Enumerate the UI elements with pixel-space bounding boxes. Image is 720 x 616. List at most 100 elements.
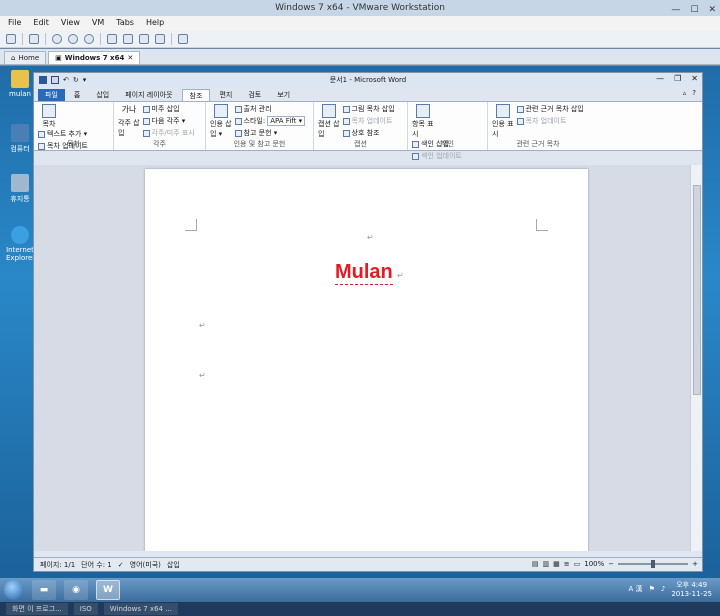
style-selector[interactable]: 스타일: APA Fift ▾ [234,116,306,126]
next-footnote-button[interactable]: 다음 각주 ▾ [142,116,195,126]
page-count[interactable]: 페이지: 1/1 [40,560,75,570]
full-screen-reading-icon[interactable]: ▥ [542,560,549,568]
print-layout-icon[interactable]: ▤ [532,560,539,568]
tab-page-layout[interactable]: 페이지 레이아웃 [118,89,179,101]
style-dropdown[interactable]: APA Fift ▾ [267,116,306,126]
draft-icon[interactable]: ▭ [574,560,581,568]
language[interactable]: 영어(미국) [130,560,161,570]
host-taskbar-item[interactable]: ISO [73,603,98,615]
tab-references[interactable]: 참조 [181,89,211,101]
proofing-icon[interactable]: ✓ [118,561,124,569]
unity-icon[interactable] [155,33,165,44]
tab-mailings[interactable]: 편지 [212,89,239,101]
insert-caption-button[interactable]: 캡션 삽입 [318,104,340,139]
start-button[interactable] [4,580,24,600]
word-window: ↶ ↻ ▾ 문서1 - Microsoft Word — ❐ ✕ 파일 홈 삽입… [33,72,703,572]
word-restore-button[interactable]: ❐ [674,74,681,83]
explorer-taskbar-button[interactable]: ▬ [32,580,56,600]
zoom-out-icon[interactable]: − [608,560,614,568]
fullscreen-icon[interactable] [139,33,149,44]
update-index-button[interactable]: 색인 업데이트 [412,151,462,161]
menu-tabs[interactable]: Tabs [116,16,134,30]
media-player-taskbar-button[interactable]: ◉ [64,580,88,600]
word-count[interactable]: 단어 수: 1 [81,560,112,570]
word-minimize-button[interactable]: — [656,74,664,83]
tab-view[interactable]: 보기 [270,89,297,101]
manage-sources-button[interactable]: 출처 관리 [234,104,306,114]
computer-icon [11,124,29,142]
zoom-slider[interactable] [618,560,689,568]
insert-footnote-button[interactable]: 가나 각주 삽입 [118,104,140,138]
host-taskbar-item[interactable]: Windows 7 x64 ... [103,603,178,615]
update-toa-button[interactable]: 목차 업데이트 [516,116,584,126]
mark-entry-button[interactable]: 항목 표시 [412,104,434,139]
menu-help[interactable]: Help [146,16,164,30]
word-logo-icon[interactable] [39,76,47,84]
add-text-button[interactable]: 텍스트 추가 ▾ [38,129,88,139]
menu-vm[interactable]: VM [92,16,104,30]
vertical-scrollbar[interactable] [690,165,702,551]
menu-file[interactable]: File [8,16,21,30]
vmware-toolbar [0,30,720,48]
tab-home-ribbon[interactable]: 홈 [67,89,87,101]
sidebar-toggle-icon[interactable] [107,33,117,44]
bibliography-button[interactable]: 참고 문헌 ▾ [234,128,306,138]
redo-icon[interactable]: ↻ [73,76,79,84]
insert-mode[interactable]: 삽입 [167,560,180,570]
menu-edit[interactable]: Edit [33,16,49,30]
mark-citation-button[interactable]: 인용 표시 [492,104,514,139]
tab-close-icon[interactable]: ✕ [127,52,133,65]
snapshot-icon[interactable] [52,33,62,44]
group-label: 캡션 [354,140,367,148]
send-keys-icon[interactable] [29,33,39,44]
word-close-button[interactable]: ✕ [691,74,698,83]
desktop-icon-computer[interactable]: 컴퓨터 [6,124,34,154]
group-citations: 인용 삽입 ▾ 출처 관리 스타일: APA Fift ▾ 참고 문헌 ▾ 인용 … [206,102,314,150]
console-view-icon[interactable] [178,33,188,44]
toc-button[interactable]: 목차 [38,104,60,129]
host-taskbar-item[interactable]: 화면 이 프로그... [6,603,68,615]
undo-icon[interactable]: ↶ [63,76,69,84]
insert-toa-button[interactable]: 관련 근거 목차 삽입 [516,104,584,114]
word-taskbar-button[interactable]: W [96,580,120,600]
folder-icon: ▬ [39,585,49,595]
tab-home[interactable]: ⌂ Home [4,51,47,64]
update-table-button[interactable]: 목차 업데이트 [342,116,395,126]
power-icon[interactable] [6,33,16,44]
save-icon[interactable] [51,76,59,84]
tab-insert[interactable]: 삽입 [89,89,116,101]
zoom-in-icon[interactable]: + [692,560,698,568]
insert-table-of-figures-button[interactable]: 그림 목차 삽입 [342,104,395,114]
ime-indicator[interactable]: A 漢 [629,584,643,594]
tab-windows7[interactable]: ▣ Windows 7 x64 ✕ [48,51,141,65]
show-notes-button[interactable]: 각주/미주 표시 [142,128,195,138]
margin-corner-top-left [185,219,197,231]
thumbnail-bar-icon[interactable] [123,33,133,44]
ribbon-tabs: 파일 홈 삽입 페이지 레이아웃 참조 편지 검토 보기 ▵ ? [34,87,702,101]
document-title-text[interactable]: Mulan [335,261,393,285]
mark-entry-icon [416,104,430,118]
outline-icon[interactable]: ≡ [564,560,570,568]
document-page[interactable]: ↵ Mulan ↵ ↵ ↵ [145,169,588,551]
insert-endnote-button[interactable]: 미주 삽입 [142,104,195,114]
scrollbar-thumb[interactable] [693,185,701,395]
menu-view[interactable]: View [61,16,80,30]
group-label: 목차 [67,140,80,148]
minimize-ribbon-icon[interactable]: ▵ [683,89,687,97]
tab-file[interactable]: 파일 [38,89,65,101]
cross-reference-button[interactable]: 상호 참조 [342,128,395,138]
snapshot-manager-icon[interactable] [84,33,94,44]
desktop-icon-ie[interactable]: Internet Explorer [6,226,35,262]
help-icon[interactable]: ? [692,89,696,97]
zoom-level[interactable]: 100% [584,560,604,568]
clock[interactable]: 오후 4:49 2013-11-25 [671,580,712,598]
desktop-icon-recycle-bin[interactable]: 휴지통 [6,174,34,204]
flag-icon[interactable]: ⚑ [649,585,655,593]
qat-dropdown-icon[interactable]: ▾ [83,76,87,84]
web-layout-icon[interactable]: ▦ [553,560,560,568]
insert-citation-button[interactable]: 인용 삽입 ▾ [210,104,232,139]
volume-icon[interactable]: ♪ [661,585,665,593]
revert-snapshot-icon[interactable] [68,33,78,44]
desktop-icon-mulan[interactable]: mulan [6,70,34,98]
tab-review[interactable]: 검토 [241,89,268,101]
